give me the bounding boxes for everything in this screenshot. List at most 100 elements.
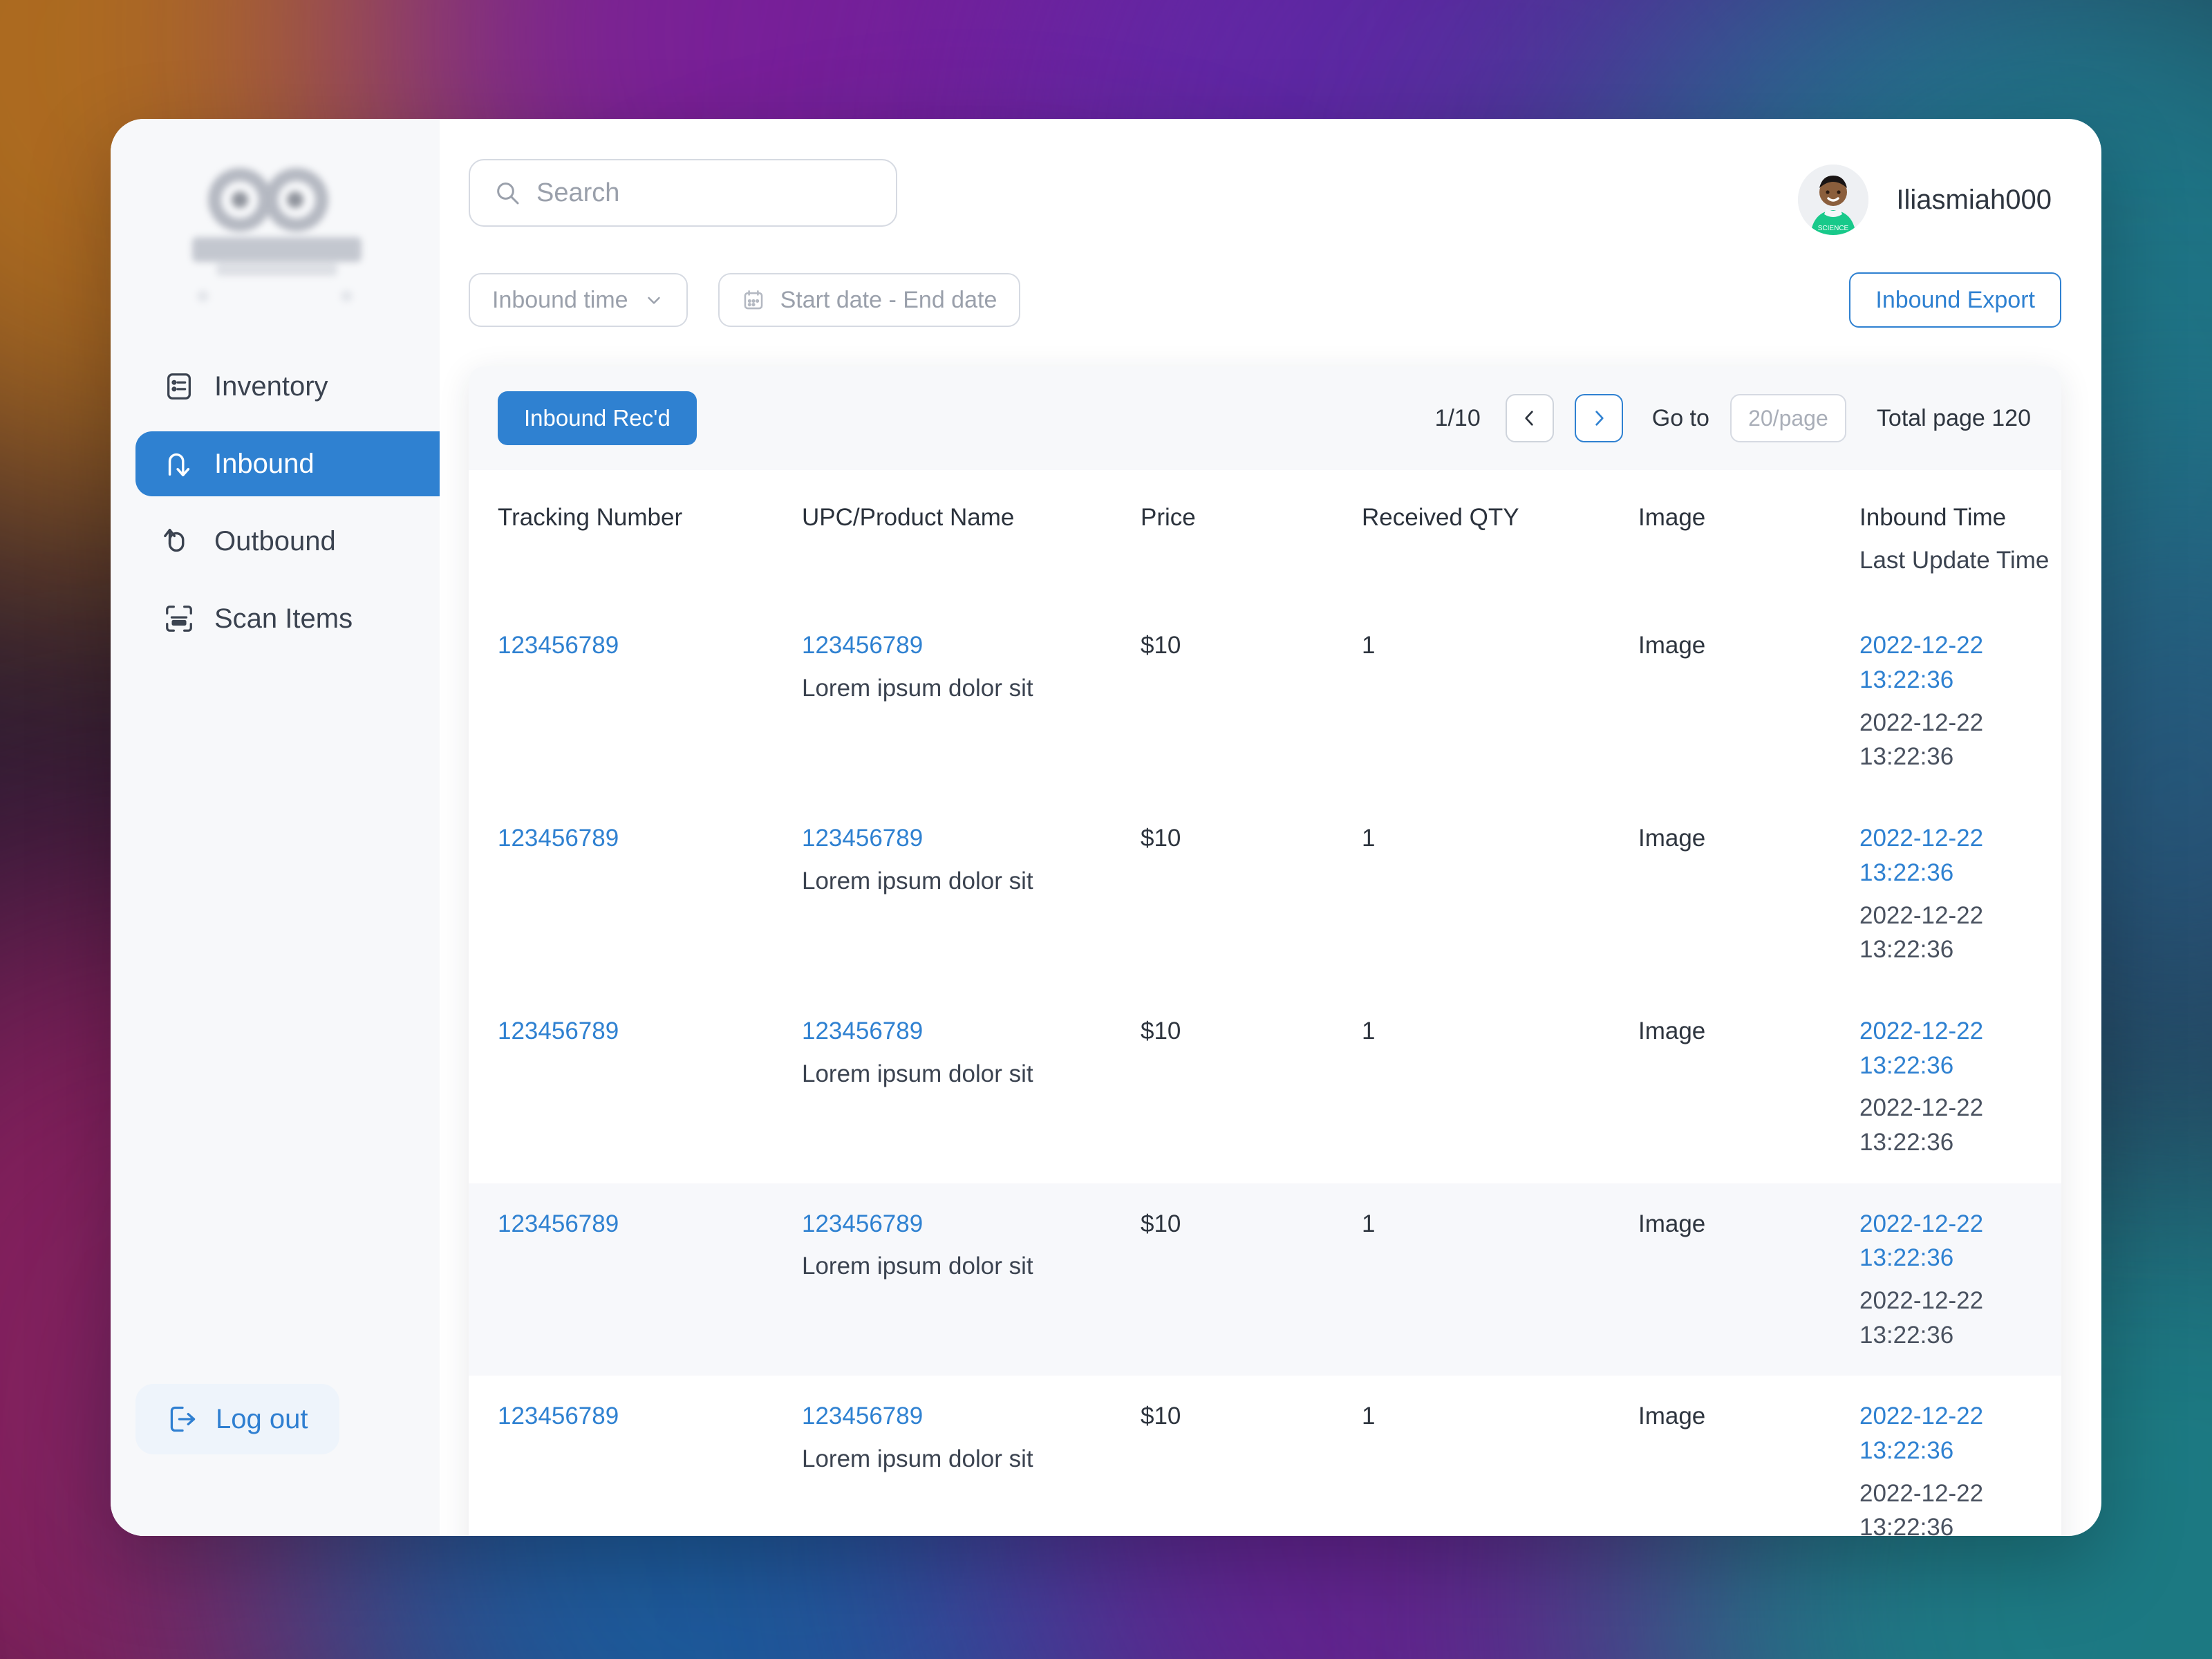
filter-bar: Inbound time Start date - End date Inbou…: [469, 272, 2061, 328]
table-toolbar: Inbound Rec'd 1/10 Go to 20/page Total p…: [469, 366, 2061, 470]
inbound-time-link[interactable]: 2022-12-22 13:22:36: [1859, 628, 2061, 697]
sidebar-item-outbound[interactable]: Outbound: [135, 509, 440, 574]
cell-image: Image: [1638, 1210, 1706, 1237]
user-name: Iliasmiah000: [1896, 184, 2052, 215]
cell-price: $10: [1141, 825, 1181, 852]
cell-image: Image: [1638, 825, 1706, 852]
search-field[interactable]: [469, 159, 897, 227]
column-header-tracking-number: Tracking Number: [498, 504, 683, 531]
logout-icon: [167, 1404, 198, 1434]
sidebar-nav: Inventory Inbound Outbound Scan Items: [111, 354, 440, 651]
inbound-time-link[interactable]: 2022-12-22 13:22:36: [1859, 821, 2061, 890]
table-row[interactable]: 123456789 123456789 Lorem ipsum dolor si…: [469, 1376, 2061, 1536]
upc-link[interactable]: 123456789: [802, 1207, 1112, 1241]
cell-upc-product-name: 123456789 Lorem ipsum dolor sit: [773, 1014, 1112, 1091]
cell-received-qty: 1: [1362, 1017, 1376, 1044]
cell-tracking-number: 123456789: [469, 1207, 773, 1241]
app-window: Inventory Inbound Outbound Scan Items Lo…: [111, 119, 2101, 1536]
chevron-down-icon: [644, 290, 664, 310]
pagination: 1/10 Go to 20/page Total page 120: [1435, 394, 2031, 442]
sidebar-item-label: Outbound: [214, 525, 336, 556]
tracking-number-link[interactable]: 123456789: [498, 1018, 619, 1044]
sidebar-item-label: Inbound: [214, 448, 315, 479]
chevron-left-icon: [1519, 407, 1541, 429]
column-header-last-update-time: Last Update Time: [1859, 546, 2050, 574]
page-indicator: 1/10: [1434, 404, 1481, 431]
total-page-label: Total page 120: [1876, 404, 2031, 431]
prev-page-button[interactable]: [1505, 394, 1554, 442]
inbound-time-link[interactable]: 2022-12-22 13:22:36: [1859, 1207, 2061, 1275]
sidebar-item-scan-items[interactable]: Scan Items: [135, 586, 440, 651]
date-range-picker[interactable]: Start date - End date: [718, 273, 1021, 327]
tab-inbound-recd[interactable]: Inbound Rec'd: [498, 391, 697, 445]
main-content: SCIENCE Iliasmiah000 Inbound time: [440, 119, 2101, 1536]
upc-link[interactable]: 123456789: [802, 1014, 1112, 1049]
upc-link[interactable]: 123456789: [802, 628, 1112, 663]
last-update-time: 2022-12-22 13:22:36: [1859, 1479, 1984, 1536]
tracking-number-link[interactable]: 123456789: [498, 825, 619, 852]
tracking-number-link[interactable]: 123456789: [498, 1210, 619, 1237]
column-header-image: Image: [1638, 504, 1706, 531]
inbound-time-dropdown[interactable]: Inbound time: [469, 273, 688, 327]
table-row[interactable]: 123456789 123456789 Lorem ipsum dolor si…: [469, 798, 2061, 991]
cell-upc-product-name: 123456789 Lorem ipsum dolor sit: [773, 628, 1112, 705]
last-update-time: 2022-12-22 13:22:36: [1859, 1094, 1984, 1156]
inbound-export-label: Inbound Export: [1875, 286, 2035, 313]
inbound-time-link[interactable]: 2022-12-22 13:22:36: [1859, 1014, 2061, 1082]
upc-link[interactable]: 123456789: [802, 821, 1112, 856]
goto-label: Go to: [1651, 404, 1709, 431]
avatar: SCIENCE: [1798, 165, 1869, 235]
cell-upc-product-name: 123456789 Lorem ipsum dolor sit: [773, 1399, 1112, 1476]
last-update-time: 2022-12-22 13:22:36: [1859, 901, 1984, 964]
cell-upc-product-name: 123456789 Lorem ipsum dolor sit: [773, 1207, 1112, 1284]
logout-container: Log out: [111, 1384, 440, 1536]
cell-image: Image: [1638, 1403, 1706, 1430]
user-profile[interactable]: SCIENCE Iliasmiah000: [1798, 159, 2061, 235]
cell-tracking-number: 123456789: [469, 628, 773, 663]
cell-inbound-time: 2022-12-22 13:22:36 2022-12-22 13:22:36: [1830, 821, 2061, 967]
sidebar-item-inventory[interactable]: Inventory: [135, 354, 440, 419]
document-list-icon: [163, 371, 195, 402]
arrow-outbound-icon: [163, 525, 195, 557]
inbound-table-card: Inbound Rec'd 1/10 Go to 20/page Total p…: [469, 366, 2061, 1536]
tracking-number-link[interactable]: 123456789: [498, 632, 619, 659]
table-row[interactable]: 123456789 123456789 Lorem ipsum dolor si…: [469, 605, 2061, 798]
table-header: Tracking Number UPC/Product Name Price R…: [469, 470, 2061, 605]
cell-price: $10: [1141, 1210, 1181, 1237]
logout-label: Log out: [216, 1403, 308, 1434]
sidebar-item-inbound[interactable]: Inbound: [135, 431, 440, 496]
date-range-label: Start date - End date: [780, 286, 997, 313]
product-name: Lorem ipsum dolor sit: [802, 1253, 1033, 1280]
cell-upc-product-name: 123456789 Lorem ipsum dolor sit: [773, 821, 1112, 898]
cell-image: Image: [1638, 1017, 1706, 1044]
logout-button[interactable]: Log out: [135, 1384, 340, 1454]
sidebar-item-label: Scan Items: [214, 603, 353, 634]
cell-inbound-time: 2022-12-22 13:22:36 2022-12-22 13:22:36: [1830, 1399, 2061, 1536]
top-bar: SCIENCE Iliasmiah000: [469, 119, 2061, 235]
svg-text:SCIENCE: SCIENCE: [1818, 225, 1849, 232]
arrow-inbound-icon: [163, 448, 195, 480]
inbound-time-link[interactable]: 2022-12-22 13:22:36: [1859, 1399, 2061, 1468]
cell-tracking-number: 123456789: [469, 821, 773, 856]
cell-received-qty: 1: [1362, 1210, 1376, 1237]
next-page-button[interactable]: [1574, 394, 1623, 442]
table-row[interactable]: 123456789 123456789 Lorem ipsum dolor si…: [469, 991, 2061, 1183]
column-header-received-qty: Received QTY: [1362, 504, 1519, 531]
tracking-number-link[interactable]: 123456789: [498, 1403, 619, 1430]
product-name: Lorem ipsum dolor sit: [802, 867, 1033, 894]
cell-inbound-time: 2022-12-22 13:22:36 2022-12-22 13:22:36: [1830, 628, 2061, 774]
table-row[interactable]: 123456789 123456789 Lorem ipsum dolor si…: [469, 1183, 2061, 1376]
per-page-input[interactable]: [1730, 394, 1846, 442]
cell-price: $10: [1141, 632, 1181, 659]
cell-tracking-number: 123456789: [469, 1014, 773, 1049]
cell-tracking-number: 123456789: [469, 1399, 773, 1434]
search-input[interactable]: [536, 178, 872, 208]
calendar-icon: [742, 288, 765, 312]
inbound-export-button[interactable]: Inbound Export: [1849, 272, 2061, 328]
column-header-price: Price: [1141, 504, 1196, 531]
cell-received-qty: 1: [1362, 825, 1376, 852]
cell-image: Image: [1638, 632, 1706, 659]
upc-link[interactable]: 123456789: [802, 1399, 1112, 1434]
last-update-time: 2022-12-22 13:22:36: [1859, 1287, 1984, 1349]
company-logo-icon: [168, 162, 382, 302]
